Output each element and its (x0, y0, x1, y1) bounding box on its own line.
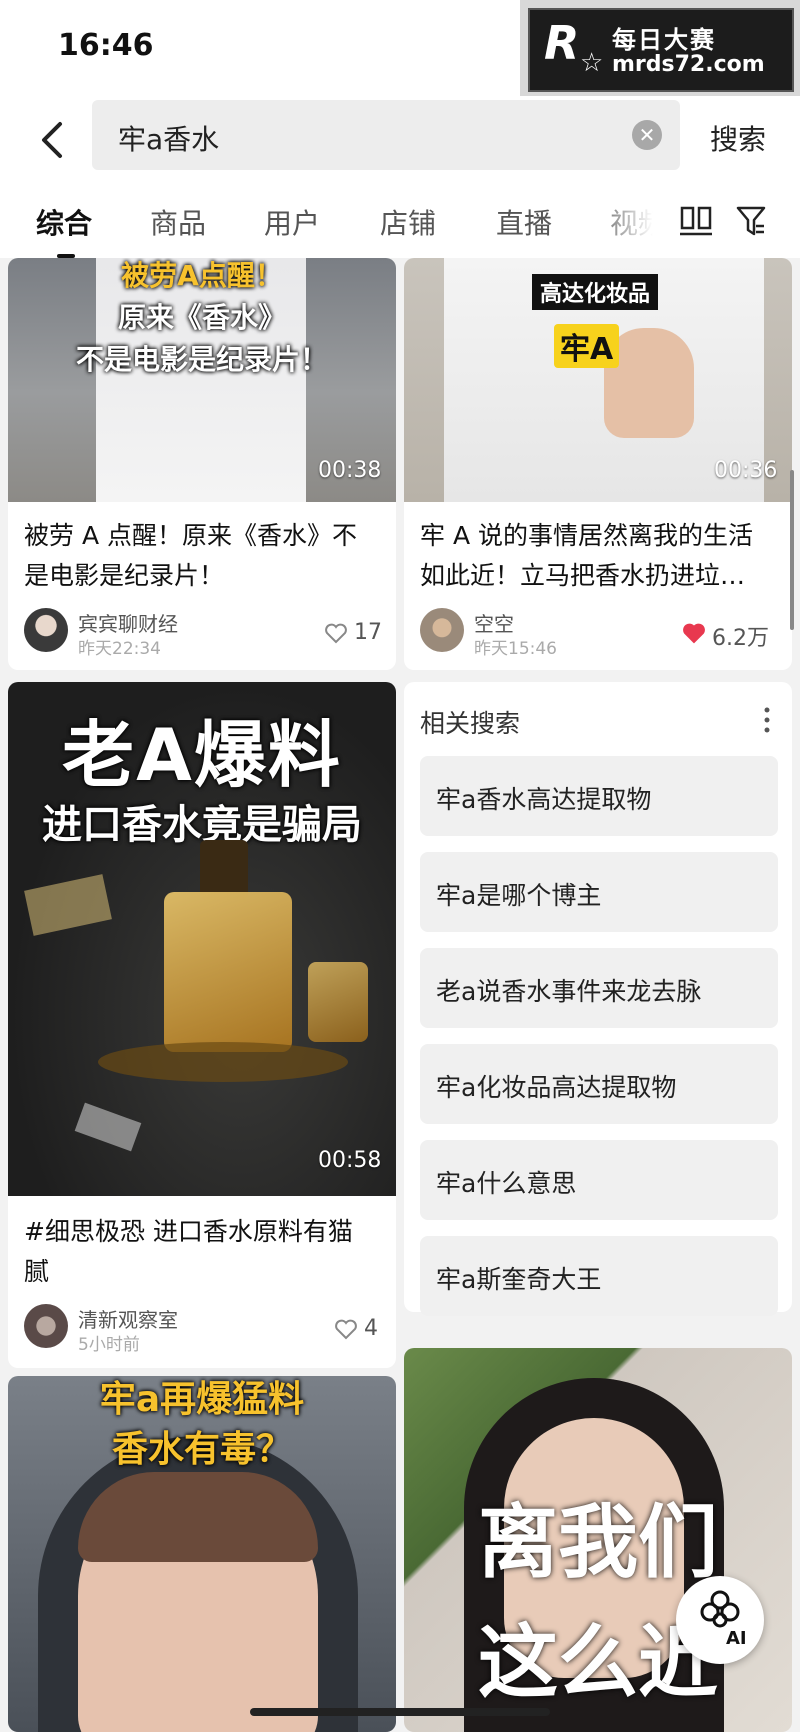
like-count: 4 (364, 1316, 378, 1341)
flower-icon (700, 1590, 740, 1628)
perfume-bottle-image (164, 892, 292, 1052)
related-search-item[interactable]: 牢a是哪个博主 (420, 852, 778, 932)
watermark-badge: R ☆ 每日大赛 mrds72.com (528, 8, 794, 92)
spill-shape (98, 1042, 348, 1082)
video-thumbnail: 被劳A点醒！ 原来《香水》 不是电影是纪录片！ 00:38 (8, 258, 396, 502)
related-searches: 相关搜索 牢a香水高达提取物 牢a是哪个博主 老a说香水事件来龙去脉 牢a化妆品… (404, 682, 792, 1316)
video-duration: 00:38 (318, 458, 382, 483)
video-card[interactable]: 牢a再爆猛料 香水有毒？ (8, 1376, 396, 1732)
author-name[interactable]: 宾宾聊财经 (78, 608, 178, 637)
related-search-label: 牢a是哪个博主 (436, 881, 602, 910)
video-thumbnail: 老A爆料 进口香水竟是骗局 00:58 (8, 682, 396, 1196)
related-search-item[interactable]: 牢a什么意思 (420, 1140, 778, 1220)
tab-bar: 综合 商品 用户 店铺 直播 视频 (0, 184, 800, 258)
related-search-item[interactable]: 牢a化妆品高达提取物 (420, 1044, 778, 1124)
tab-comprehensive[interactable]: 综合 (36, 202, 92, 242)
tab-products[interactable]: 商品 (150, 202, 206, 242)
watermark-url: mrds72.com (612, 52, 765, 77)
overlay-line: 离我们 (478, 1496, 718, 1589)
star-icon: ☆ (580, 48, 604, 78)
avatar[interactable] (420, 608, 464, 652)
related-search-item[interactable]: 老a说香水事件来龙去脉 (420, 948, 778, 1028)
post-time: 昨天15:46 (474, 639, 557, 659)
back-icon[interactable] (34, 118, 70, 162)
glass-shard (74, 1102, 142, 1152)
tab-stores[interactable]: 店铺 (380, 202, 436, 242)
search-query: 牢a香水 (118, 123, 220, 156)
status-time: 16:46 (58, 28, 154, 63)
watermark-logo: R (544, 16, 580, 70)
ai-label: AI (726, 1628, 747, 1649)
home-indicator (250, 1708, 550, 1716)
title-line: 被劳 A 点醒！原来《香水》不 (24, 521, 357, 550)
video-duration: 00:36 (714, 458, 778, 483)
bottle-cap (200, 840, 248, 900)
figure-shape (96, 258, 306, 502)
overlay-label: 高达化妆品 (532, 274, 659, 310)
video-thumbnail: 牢a再爆猛料 香水有毒？ (8, 1376, 396, 1732)
glass-shard (24, 874, 112, 936)
related-search-label: 牢a什么意思 (436, 1169, 577, 1198)
title-line: #细思极恐 进口香水原料有猫 (24, 1217, 353, 1246)
scrollbar[interactable] (790, 470, 794, 630)
hair-shape (78, 1472, 318, 1562)
filter-icon[interactable] (736, 204, 766, 238)
tab-users[interactable]: 用户 (264, 202, 320, 242)
ai-assistant-button[interactable]: AI (676, 1576, 764, 1664)
overlay-line: 香水有毒？ (111, 1429, 292, 1470)
title-line: 牢 A 说的事情居然离我的生活 (420, 521, 753, 550)
watermark-name: 每日大赛 (612, 26, 716, 54)
title-line: 腻 (24, 1257, 50, 1286)
video-duration: 00:58 (318, 1148, 382, 1173)
heart-icon[interactable] (334, 1318, 358, 1340)
related-search-label: 牢a化妆品高达提取物 (436, 1073, 677, 1102)
video-title: 被劳 A 点醒！原来《香水》不 是电影是纪录片！ (24, 516, 384, 596)
double-column-icon[interactable] (680, 206, 712, 236)
author-name[interactable]: 空空 (474, 608, 514, 637)
like-count: 6.2万 (712, 626, 769, 651)
watermark: R ☆ 每日大赛 mrds72.com (520, 0, 800, 96)
overlay-line: 被劳A点醒！ (121, 259, 283, 292)
like-count: 17 (354, 620, 382, 645)
tab-live[interactable]: 直播 (496, 202, 552, 242)
clear-icon[interactable]: ✕ (632, 120, 662, 150)
video-title: 牢 A 说的事情居然离我的生活 如此近！立马把香水扔进垃… (420, 516, 780, 596)
related-search-item[interactable]: 牢a香水高达提取物 (420, 756, 778, 836)
video-card[interactable]: 被劳A点醒！ 原来《香水》 不是电影是纪录片！ 00:38 被劳 A 点醒！原来… (8, 258, 396, 670)
related-search-label: 牢a香水高达提取物 (436, 785, 652, 814)
title-line: 是电影是纪录片！ (24, 561, 225, 590)
video-thumbnail: 高达化妆品 牢A 00:36 (404, 258, 792, 502)
avatar[interactable] (24, 1304, 68, 1348)
tab-fade (590, 184, 680, 258)
overlay-tag: 牢A (554, 324, 620, 368)
related-search-label: 牢a斯奎奇大王 (436, 1265, 602, 1294)
related-search-item[interactable]: 牢a斯奎奇大王 (420, 1236, 778, 1316)
search-input[interactable]: 牢a香水 ✕ (92, 100, 680, 170)
post-time: 昨天22:34 (78, 639, 161, 659)
avatar[interactable] (24, 608, 68, 652)
heart-icon[interactable] (324, 622, 348, 644)
search-button[interactable]: 搜索 (710, 118, 766, 158)
heart-filled-icon[interactable] (682, 622, 706, 644)
video-card[interactable]: 高达化妆品 牢A 00:36 牢 A 说的事情居然离我的生活 如此近！立马把香水… (404, 258, 792, 670)
related-search-label: 老a说香水事件来龙去脉 (436, 977, 702, 1006)
video-card[interactable]: 老A爆料 进口香水竟是骗局 00:58 #细思极恐 进口香水原料有猫 腻 清新观… (8, 682, 396, 1368)
overlay-line: 不是电影是纪录片！ (75, 343, 328, 376)
related-title: 相关搜索 (420, 709, 521, 738)
search-header: 牢a香水 ✕ 搜索 (0, 96, 800, 184)
small-bottle-image (308, 962, 368, 1042)
video-card[interactable]: 离我们 这么近 (404, 1348, 792, 1732)
title-line: 如此近！立马把香水扔进垃… (420, 561, 746, 590)
post-time: 5小时前 (78, 1335, 140, 1355)
overlay-line: 老A爆料 (62, 713, 342, 797)
more-icon[interactable] (764, 706, 770, 734)
overlay-line: 原来《香水》 (117, 301, 286, 334)
author-name[interactable]: 清新观察室 (78, 1304, 178, 1333)
video-thumbnail: 离我们 这么近 (404, 1348, 792, 1732)
overlay-line: 牢a再爆猛料 (99, 1379, 305, 1420)
video-title: #细思极恐 进口香水原料有猫 腻 (24, 1212, 384, 1292)
